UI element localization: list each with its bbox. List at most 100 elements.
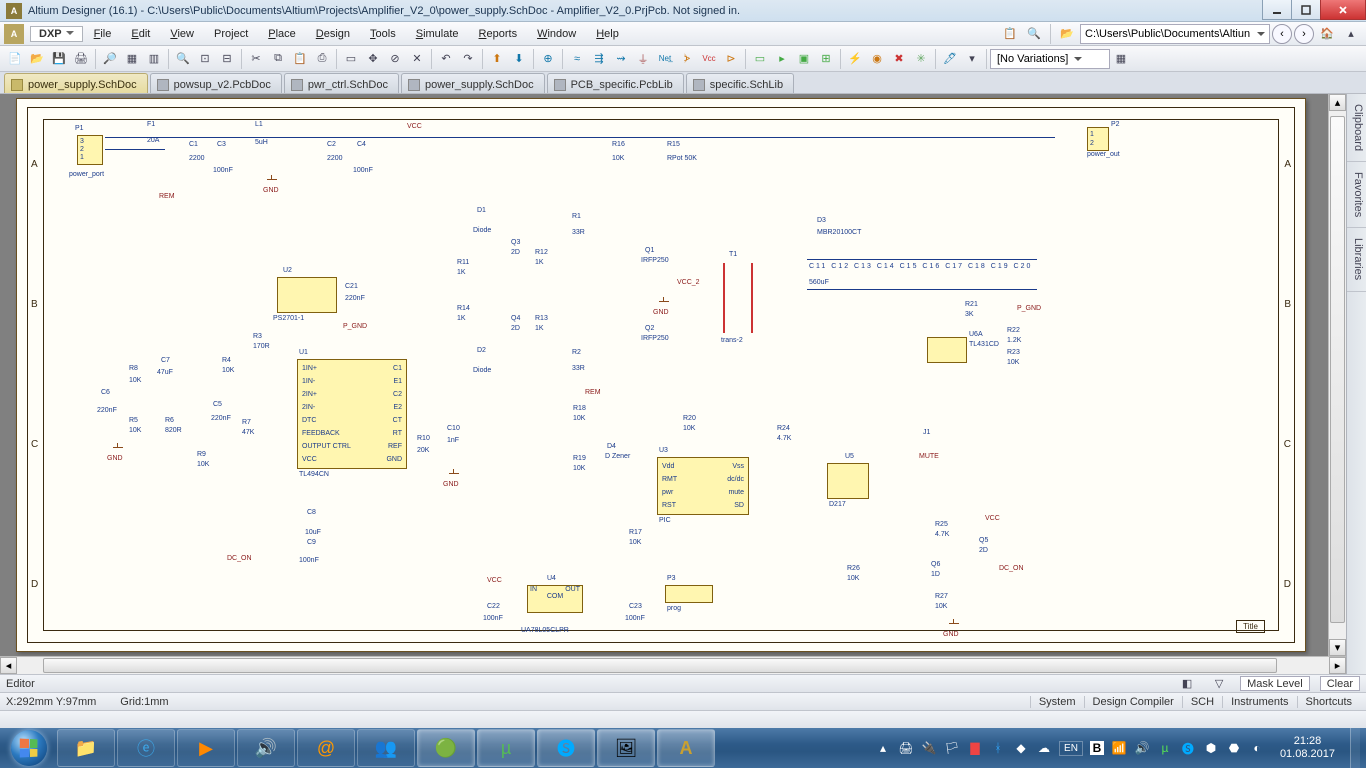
- hierarchy-down-icon[interactable]: ⬇: [508, 48, 530, 70]
- task-volume[interactable]: 🔊: [237, 729, 295, 767]
- app-menu-icon[interactable]: A: [4, 24, 24, 44]
- sim-run-icon[interactable]: ✖: [888, 48, 910, 70]
- panel-shortcuts[interactable]: Shortcuts: [1297, 696, 1360, 708]
- place-gnd-icon[interactable]: ⏚: [632, 48, 654, 70]
- sim-setup-icon[interactable]: ⚡: [844, 48, 866, 70]
- connector-p1[interactable]: 321: [77, 135, 103, 165]
- tray-misc3-icon[interactable]: ◐: [1249, 740, 1265, 756]
- maximize-button[interactable]: [1291, 0, 1321, 20]
- preview-icon[interactable]: 🔎: [99, 48, 121, 70]
- panel-libraries[interactable]: Libraries: [1347, 228, 1366, 291]
- open-icon[interactable]: 📂: [26, 48, 48, 70]
- connector-p2[interactable]: 12: [1087, 127, 1109, 151]
- tab-specific-schlib[interactable]: specific.SchLib: [686, 73, 794, 93]
- rubber-stamp-icon[interactable]: ⎙: [311, 48, 333, 70]
- place-bus-icon[interactable]: ⇶: [588, 48, 610, 70]
- taskbar-clock[interactable]: 21:28 01.08.2017: [1272, 735, 1343, 761]
- schematic-viewport[interactable]: A B C D A B C D 321 P1 power_port 12 P2 …: [0, 94, 1346, 656]
- print-icon[interactable]: 🖨: [70, 48, 92, 70]
- mask-icon[interactable]: ◧: [1176, 673, 1198, 695]
- save-icon[interactable]: 💾: [48, 48, 70, 70]
- panel-system[interactable]: System: [1030, 696, 1084, 708]
- task-msn[interactable]: 👥: [357, 729, 415, 767]
- tray-misc1-icon[interactable]: ⬢: [1203, 740, 1219, 756]
- brush-icon[interactable]: 🖊: [939, 48, 961, 70]
- menu-file[interactable]: File: [85, 25, 121, 43]
- nav-home-icon[interactable]: 🏠: [1316, 23, 1338, 45]
- task-photos[interactable]: 🖼: [597, 729, 655, 767]
- deselect-icon[interactable]: ⊘: [384, 48, 406, 70]
- place-netlabel-icon[interactable]: Net̲: [654, 48, 676, 70]
- tray-bluetooth-icon[interactable]: ᚼ: [990, 740, 1006, 756]
- tab-power-supply-schdoc[interactable]: power_supply.SchDoc: [4, 73, 148, 93]
- ic-u1[interactable]: 1IN+C1 1IN-E1 2IN+C2 2IN-E2 DTCCT FEEDBA…: [297, 359, 407, 469]
- xsignals-icon[interactable]: ✳: [910, 48, 932, 70]
- menu-project[interactable]: Project: [205, 25, 257, 43]
- variations-combo[interactable]: [No Variations]: [990, 49, 1110, 69]
- tray-action-center-icon[interactable]: 🏳: [944, 740, 960, 756]
- menu-view[interactable]: View: [161, 25, 203, 43]
- zoom-sel-icon[interactable]: ⊟: [216, 48, 238, 70]
- filter-icon[interactable]: ▽: [1208, 673, 1230, 695]
- sheet2-icon[interactable]: ▥: [143, 48, 165, 70]
- show-desktop-button[interactable]: [1350, 728, 1360, 768]
- hierarchy-up-icon[interactable]: ⬆: [486, 48, 508, 70]
- tray-utorrent-icon[interactable]: µ: [1157, 740, 1173, 756]
- cross-probe-icon[interactable]: ⊕: [537, 48, 559, 70]
- copy-icon[interactable]: ⧉: [267, 48, 289, 70]
- panel-design-compiler[interactable]: Design Compiler: [1084, 696, 1182, 708]
- tray-usb-icon[interactable]: 🔌: [921, 740, 937, 756]
- tray-printer-icon[interactable]: 🖨: [898, 740, 914, 756]
- nav-up-icon[interactable]: ▴: [1340, 23, 1362, 45]
- menu-tools[interactable]: Tools: [361, 25, 405, 43]
- minimize-button[interactable]: [1262, 0, 1292, 20]
- menu-edit[interactable]: Edit: [122, 25, 159, 43]
- tray-cloud-icon[interactable]: ☁: [1036, 740, 1052, 756]
- ic-u3[interactable]: VddVss RMTdc/dc pwrmute RSTSD: [657, 457, 749, 515]
- connector-p3[interactable]: [665, 585, 713, 603]
- tab-powsup-pcbdoc[interactable]: powsup_v2.PcbDoc: [150, 73, 282, 93]
- scroll-right-icon[interactable]: ▸: [1329, 657, 1346, 674]
- scroll-down-icon[interactable]: ▾: [1329, 639, 1346, 656]
- scroll-thumb-v[interactable]: [1330, 116, 1345, 623]
- horizontal-scrollbar[interactable]: ◂ ▸: [0, 656, 1346, 674]
- start-button[interactable]: [2, 728, 56, 768]
- nav-fwd-icon[interactable]: ›: [1294, 24, 1314, 44]
- panel-favorites[interactable]: Favorites: [1347, 162, 1366, 228]
- select-rect-icon[interactable]: ▭: [340, 48, 362, 70]
- place-port-icon[interactable]: ⦔: [676, 48, 698, 70]
- ic-u2[interactable]: [277, 277, 337, 313]
- task-skype[interactable]: 🅢: [537, 729, 595, 767]
- sheet1-icon[interactable]: ▦: [121, 48, 143, 70]
- tray-network-icon[interactable]: 📶: [1111, 740, 1127, 756]
- scroll-up-icon[interactable]: ▴: [1329, 94, 1346, 111]
- tray-volume-icon[interactable]: 🔊: [1134, 740, 1150, 756]
- tray-misc2-icon[interactable]: ⬣: [1226, 740, 1242, 756]
- tray-antivirus-icon[interactable]: ▇: [967, 740, 983, 756]
- panel-sch[interactable]: SCH: [1182, 696, 1222, 708]
- folder-open-icon[interactable]: 📂: [1056, 23, 1078, 45]
- place-device-sheet-icon[interactable]: ▣: [793, 48, 815, 70]
- panel-instruments[interactable]: Instruments: [1222, 696, 1296, 708]
- workspace-icon[interactable]: 📋: [999, 23, 1021, 45]
- menu-help[interactable]: Help: [587, 25, 628, 43]
- tab-pcb-specific-pcblib[interactable]: PCB_specific.PcbLib: [547, 73, 684, 93]
- task-ie[interactable]: ⓔ: [117, 729, 175, 767]
- paste-icon[interactable]: 📋: [289, 48, 311, 70]
- zoom-fit-icon[interactable]: ⊡: [194, 48, 216, 70]
- scroll-thumb-h[interactable]: [43, 658, 1276, 673]
- task-chrome[interactable]: 🟢: [417, 729, 475, 767]
- task-utorrent[interactable]: µ: [477, 729, 535, 767]
- place-sheet-entry-icon[interactable]: ▸: [771, 48, 793, 70]
- place-signal-icon[interactable]: ⇝: [610, 48, 632, 70]
- variations-icon[interactable]: ▦: [1110, 48, 1132, 70]
- undo-icon[interactable]: ↶: [435, 48, 457, 70]
- place-sheet-icon[interactable]: ▭: [749, 48, 771, 70]
- mask-level-button[interactable]: Mask Level: [1240, 676, 1310, 691]
- move-icon[interactable]: ✥: [362, 48, 384, 70]
- task-altium[interactable]: A: [657, 729, 715, 767]
- brush-drop-icon[interactable]: ▾: [961, 48, 983, 70]
- place-wire-icon[interactable]: ≈: [566, 48, 588, 70]
- tab-power-supply-schdoc-2[interactable]: power_supply.SchDoc: [401, 73, 545, 93]
- tray-overflow-icon[interactable]: ▴: [875, 740, 891, 756]
